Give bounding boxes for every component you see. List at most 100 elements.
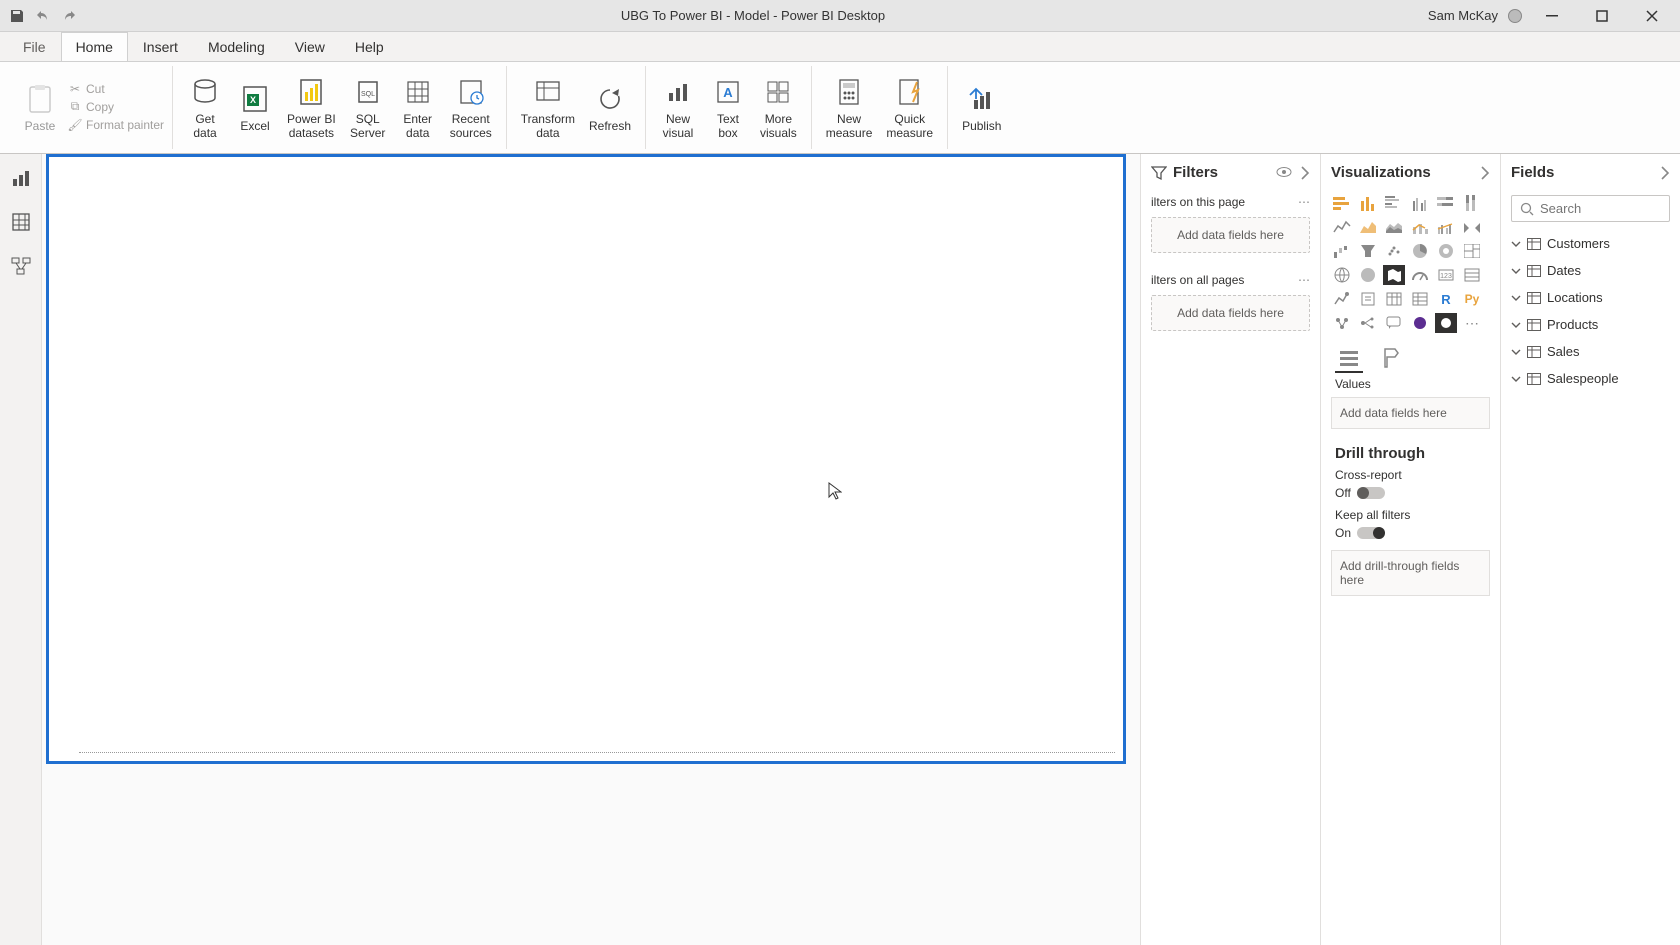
viz-donut[interactable] [1435, 241, 1457, 261]
table-customers[interactable]: Customers [1501, 230, 1680, 257]
table-salespeople[interactable]: Salespeople [1501, 365, 1680, 392]
viz-matrix[interactable] [1409, 289, 1431, 309]
viz-stacked-column[interactable] [1357, 193, 1379, 213]
cross-report-toggle[interactable]: Off [1335, 486, 1486, 500]
data-view-button[interactable] [7, 208, 35, 236]
more-icon[interactable]: ⋯ [1298, 273, 1310, 287]
user-name[interactable]: Sam McKay [1428, 8, 1498, 23]
transform-data-button[interactable]: Transform data [515, 71, 581, 145]
table-sales[interactable]: Sales [1501, 338, 1680, 365]
table-locations[interactable]: Locations [1501, 284, 1680, 311]
drill-through-dropzone[interactable]: Add drill-through fields here [1331, 550, 1490, 596]
chevron-right-icon[interactable] [1480, 166, 1490, 180]
undo-icon[interactable] [34, 7, 52, 25]
viz-paginated[interactable] [1409, 313, 1431, 333]
filters-page-dropzone[interactable]: Add data fields here [1151, 217, 1310, 253]
viz-arcgis[interactable] [1435, 313, 1457, 333]
more-icon[interactable]: ⋯ [1298, 195, 1310, 209]
tab-home[interactable]: Home [61, 31, 128, 61]
viz-line[interactable] [1331, 217, 1353, 237]
viz-map[interactable] [1331, 265, 1353, 285]
fields-tab[interactable] [1335, 345, 1363, 373]
table-dates[interactable]: Dates [1501, 257, 1680, 284]
model-view-button[interactable] [7, 252, 35, 280]
viz-clustered-bar[interactable] [1383, 193, 1405, 213]
avatar[interactable] [1508, 9, 1522, 23]
viz-scatter[interactable] [1383, 241, 1405, 261]
cut-button[interactable]: ✂Cut [68, 82, 105, 96]
viz-100-bar[interactable] [1435, 193, 1457, 213]
format-tab[interactable] [1377, 345, 1405, 373]
chevawron-right-icon[interactable] [1660, 166, 1670, 180]
viz-100-column[interactable] [1461, 193, 1483, 213]
viz-filled-map[interactable] [1357, 265, 1379, 285]
table-products[interactable]: Products [1501, 311, 1680, 338]
recent-sources-button[interactable]: Recent sources [444, 71, 498, 145]
sql-server-button[interactable]: SQL SQL Server [344, 71, 392, 145]
viz-stacked-area[interactable] [1383, 217, 1405, 237]
new-measure-button[interactable]: New measure [820, 71, 879, 145]
copy-button[interactable]: ⧉Copy [68, 100, 114, 114]
viz-key-influencers[interactable] [1331, 313, 1353, 333]
tab-modeling[interactable]: Modeling [193, 32, 280, 61]
viz-gauge[interactable] [1409, 265, 1431, 285]
values-dropzone[interactable]: Add data fields here [1331, 397, 1490, 429]
refresh-button[interactable]: Refresh [583, 78, 637, 138]
viz-line-clustered[interactable] [1435, 217, 1457, 237]
save-icon[interactable] [8, 7, 26, 25]
viz-treemap[interactable] [1461, 241, 1483, 261]
viz-stacked-bar[interactable] [1331, 193, 1353, 213]
fields-search[interactable] [1511, 195, 1670, 222]
viz-line-column[interactable] [1409, 217, 1431, 237]
viz-python[interactable]: Py [1461, 289, 1483, 309]
more-visuals-button[interactable]: More visuals [754, 71, 803, 145]
restore-button[interactable] [1582, 2, 1622, 30]
viz-pie[interactable] [1409, 241, 1431, 261]
viz-area[interactable] [1357, 217, 1379, 237]
viz-slicer[interactable] [1357, 289, 1379, 309]
eye-icon[interactable] [1276, 166, 1292, 180]
excel-button[interactable]: X Excel [231, 78, 279, 138]
get-data-button[interactable]: Get data [181, 71, 229, 145]
pbi-datasets-button[interactable]: Power BI datasets [281, 71, 342, 145]
minimize-button[interactable] [1532, 2, 1572, 30]
viz-multi-card[interactable] [1461, 265, 1483, 285]
redo-icon[interactable] [60, 7, 78, 25]
close-button[interactable] [1632, 2, 1672, 30]
text-box-button[interactable]: A Text box [704, 71, 752, 145]
viz-qa[interactable] [1383, 313, 1405, 333]
keep-filters-toggle[interactable]: On [1335, 526, 1486, 540]
viz-shape-map[interactable] [1383, 265, 1405, 285]
filters-all-dropzone[interactable]: Add data fields here [1151, 295, 1310, 331]
viz-card[interactable]: 123 [1435, 265, 1457, 285]
ribbon: Paste ✂Cut ⧉Copy 🖌Format painter Get dat… [0, 62, 1680, 154]
new-visual-button[interactable]: New visual [654, 71, 702, 145]
viz-more[interactable]: ⋯ [1461, 313, 1483, 333]
tab-view[interactable]: View [280, 32, 340, 61]
tab-insert[interactable]: Insert [128, 32, 193, 61]
paste-button[interactable]: Paste [16, 78, 64, 138]
quick-calc-icon [893, 75, 927, 109]
quick-measure-button[interactable]: Quick measure [880, 71, 939, 145]
chevron-down-icon [1511, 347, 1521, 357]
viz-clustered-column[interactable] [1409, 193, 1431, 213]
viz-waterfall[interactable] [1331, 241, 1353, 261]
chevron-right-icon[interactable] [1300, 166, 1310, 180]
viz-r[interactable]: R [1435, 289, 1457, 309]
search-icon [1520, 202, 1534, 216]
search-input[interactable] [1540, 201, 1680, 216]
filters-on-page-label: ilters on this page ⋯ [1141, 187, 1320, 213]
enter-data-button[interactable]: Enter data [394, 71, 442, 145]
tab-file[interactable]: File [8, 32, 61, 61]
report-view-button[interactable] [7, 164, 35, 192]
format-painter-button[interactable]: 🖌Format painter [68, 118, 164, 132]
publish-button[interactable]: Publish [956, 78, 1007, 138]
tab-help[interactable]: Help [340, 32, 399, 61]
viz-table[interactable] [1383, 289, 1405, 309]
report-canvas[interactable] [42, 154, 1140, 945]
viz-funnel[interactable] [1357, 241, 1379, 261]
viz-kpi[interactable] [1331, 289, 1353, 309]
table-icon [1527, 346, 1541, 358]
viz-decomposition[interactable] [1357, 313, 1379, 333]
viz-ribbon[interactable] [1461, 217, 1483, 237]
